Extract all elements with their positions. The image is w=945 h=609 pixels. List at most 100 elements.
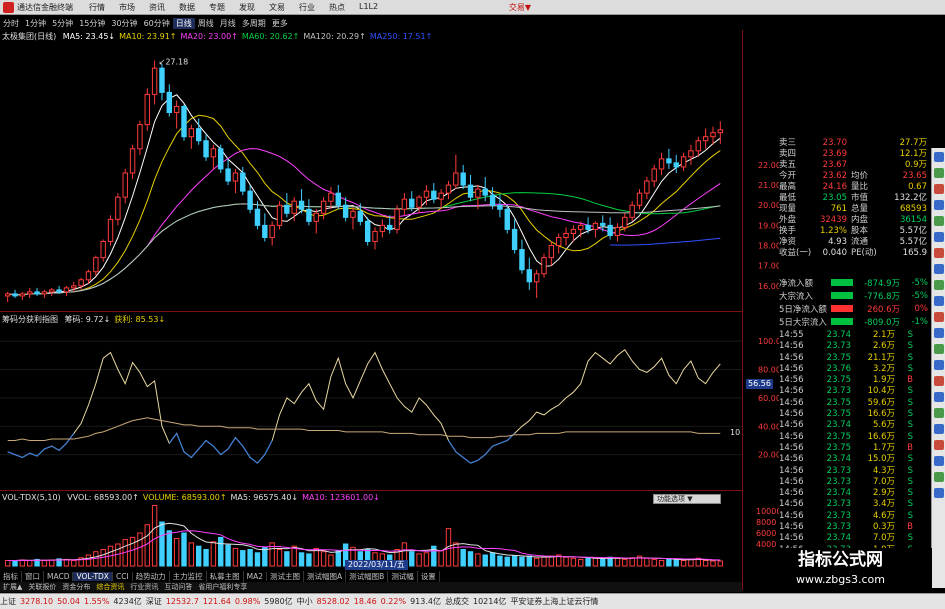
quote-value: 23.62 (822, 171, 847, 181)
indicator-tab-1[interactable]: 窗口 (22, 570, 44, 582)
indicator-tab-12[interactable]: 测试幅 (388, 570, 418, 582)
menu-item-3[interactable]: 数据 (179, 2, 195, 13)
tick-list[interactable]: 14:55 23.74 2.1万 S 14:56 23.73 2.6万 S 14:56 23.75… (779, 330, 931, 552)
volume-name: VOL-TDX(5,10) (2, 493, 61, 502)
tick-volume: 0.3万 (872, 522, 895, 533)
quote-value-2: 0.9万 (904, 160, 927, 170)
info-tab-6[interactable]: 省用户福利专享 (195, 582, 250, 592)
volume-panel[interactable]: VOL-TDX(5,10) VVOL: 68593.00↑ VOLUME: 685… (0, 492, 742, 570)
indicator-tab-6[interactable]: 主力监控 (170, 570, 207, 582)
toolbar-expand-icon[interactable] (934, 472, 944, 482)
toolbar-help-icon[interactable] (934, 424, 944, 434)
function-options-popup[interactable]: 功能选项 ▼ (653, 494, 721, 504)
tick-side: S (907, 341, 913, 352)
period-tab-8[interactable]: 月线 (217, 18, 239, 29)
ma250-line (610, 237, 721, 246)
price-chart-panel[interactable]: 太极集团(日线) MA5: 23.45↓ MA10: 23.91↑ MA20: 23… (0, 30, 742, 312)
toolbar-plus-icon[interactable] (934, 152, 944, 162)
chip-low-segment (198, 440, 207, 450)
indicator-tab-11[interactable]: 测试幅图B (346, 570, 389, 582)
candle-body (636, 192, 643, 206)
toolbar-star-icon[interactable] (934, 248, 944, 258)
indicator-tab-5[interactable]: 趋势动力 (133, 570, 170, 582)
toolbar-flag-icon[interactable] (934, 312, 944, 322)
toolbar-info-icon[interactable] (934, 296, 944, 306)
toolbar-chart-icon[interactable] (934, 168, 944, 178)
toolbar-user-icon[interactable] (934, 360, 944, 370)
indicator-tab-4[interactable]: CCI (113, 571, 133, 581)
quote-label: 现量 (779, 204, 797, 214)
watermark-title: 指标公式网 (798, 550, 883, 570)
menu-item-9[interactable]: L1L2 (359, 2, 378, 13)
indicator-tab-13[interactable]: 设置 (418, 570, 440, 582)
period-tab-0[interactable]: 分时 (0, 18, 22, 29)
info-tab-3[interactable]: 综合资讯 (93, 582, 127, 592)
flow-value: -874.9万 (864, 278, 900, 289)
volume-chart[interactable] (0, 492, 742, 570)
toolbar-bell-icon[interactable] (934, 376, 944, 386)
candle-body (306, 208, 312, 222)
menu-item-6[interactable]: 文易 (269, 2, 285, 13)
volume-bar (240, 550, 246, 567)
volume-bar (276, 549, 283, 567)
toolbar-lock-icon[interactable] (934, 392, 944, 402)
toolbar-alert-icon[interactable] (934, 184, 944, 194)
toolbar-share-icon[interactable] (934, 408, 944, 418)
toolbar-trend-icon[interactable] (934, 280, 944, 290)
indicator-tab-3[interactable]: VOL-TDX (73, 571, 113, 581)
toolbar-search-icon[interactable] (934, 344, 944, 354)
period-tab-4[interactable]: 30分钟 (108, 18, 140, 29)
info-tab-0[interactable]: 扩展▲ (0, 582, 25, 592)
period-tab-9[interactable]: 多周期 (239, 18, 269, 29)
indicator-chart[interactable]: 10 (0, 313, 742, 491)
candle-body (438, 192, 444, 200)
menu-item-2[interactable]: 资讯 (149, 2, 165, 13)
toolbar-news-icon[interactable] (934, 232, 944, 242)
info-tab-2[interactable]: 资金分布 (59, 582, 93, 592)
indicator-axis-tick: 80.00 (758, 366, 779, 375)
chip-low-segment (477, 454, 486, 461)
candle-body (387, 224, 393, 230)
period-tab-5[interactable]: 60分钟 (141, 18, 173, 29)
tick-row: 14:56 23.76 3.2万 S (779, 364, 931, 375)
period-tab-1[interactable]: 1分钟 (22, 18, 49, 29)
toolbar-list-icon[interactable] (934, 200, 944, 210)
menu-item-4[interactable]: 专题 (209, 2, 225, 13)
menu-item-1[interactable]: 市场 (119, 2, 135, 13)
quote-value-2: 132.2亿 (894, 193, 927, 203)
indicator-tab-10[interactable]: 测试幅图A (304, 570, 347, 582)
toolbar-gear-icon[interactable] (934, 328, 944, 338)
indicator-tab-2[interactable]: MACD (44, 571, 74, 581)
period-tab-6[interactable]: 日线 (172, 17, 195, 29)
trade-button[interactable]: 交易▼ (509, 2, 531, 13)
toolbar-money-icon[interactable] (934, 216, 944, 226)
toolbar-home-icon[interactable] (934, 488, 944, 498)
status-item: 8528.02 (316, 597, 350, 606)
info-tab-1[interactable]: 关联报价 (25, 582, 59, 592)
period-tab-10[interactable]: 更多 (269, 18, 291, 29)
tick-price: 23.74 (826, 533, 851, 544)
menu-item-0[interactable]: 行情 (89, 2, 105, 13)
info-tab-5[interactable]: 互动问答 (161, 582, 195, 592)
menu-item-7[interactable]: 行业 (299, 2, 315, 13)
volume-bar (203, 549, 209, 567)
period-tab-7[interactable]: 周线 (195, 18, 217, 29)
indicator-panel[interactable]: 筹码分获利指图 筹码: 9.72↓ 获利: 85.53↓ 10 (0, 313, 742, 491)
period-tab-2[interactable]: 5分钟 (49, 18, 76, 29)
indicator-tab-9[interactable]: 测试主图 (267, 570, 305, 582)
info-tab-4[interactable]: 行业资讯 (127, 582, 161, 592)
candlestick-chart[interactable]: ↙27.18 (0, 30, 742, 312)
tick-time: 14:55 (779, 330, 804, 340)
volume-bar (181, 532, 187, 567)
menu-item-5[interactable]: 发现 (239, 2, 255, 13)
menu-item-8[interactable]: 热点 (329, 2, 345, 13)
indicator-tab-0[interactable]: 指标 (0, 570, 22, 582)
indicator-tab-8[interactable]: MA2 (244, 571, 268, 581)
toolbar-close-icon[interactable] (934, 440, 944, 450)
toolbar-grid-icon[interactable] (934, 264, 944, 274)
toolbar-more-icon[interactable] (934, 456, 944, 466)
volume-bar (291, 545, 297, 567)
period-tab-3[interactable]: 15分钟 (76, 18, 108, 29)
indicator-tab-7[interactable]: 私募主图 (207, 570, 244, 582)
candle-body (254, 208, 261, 226)
